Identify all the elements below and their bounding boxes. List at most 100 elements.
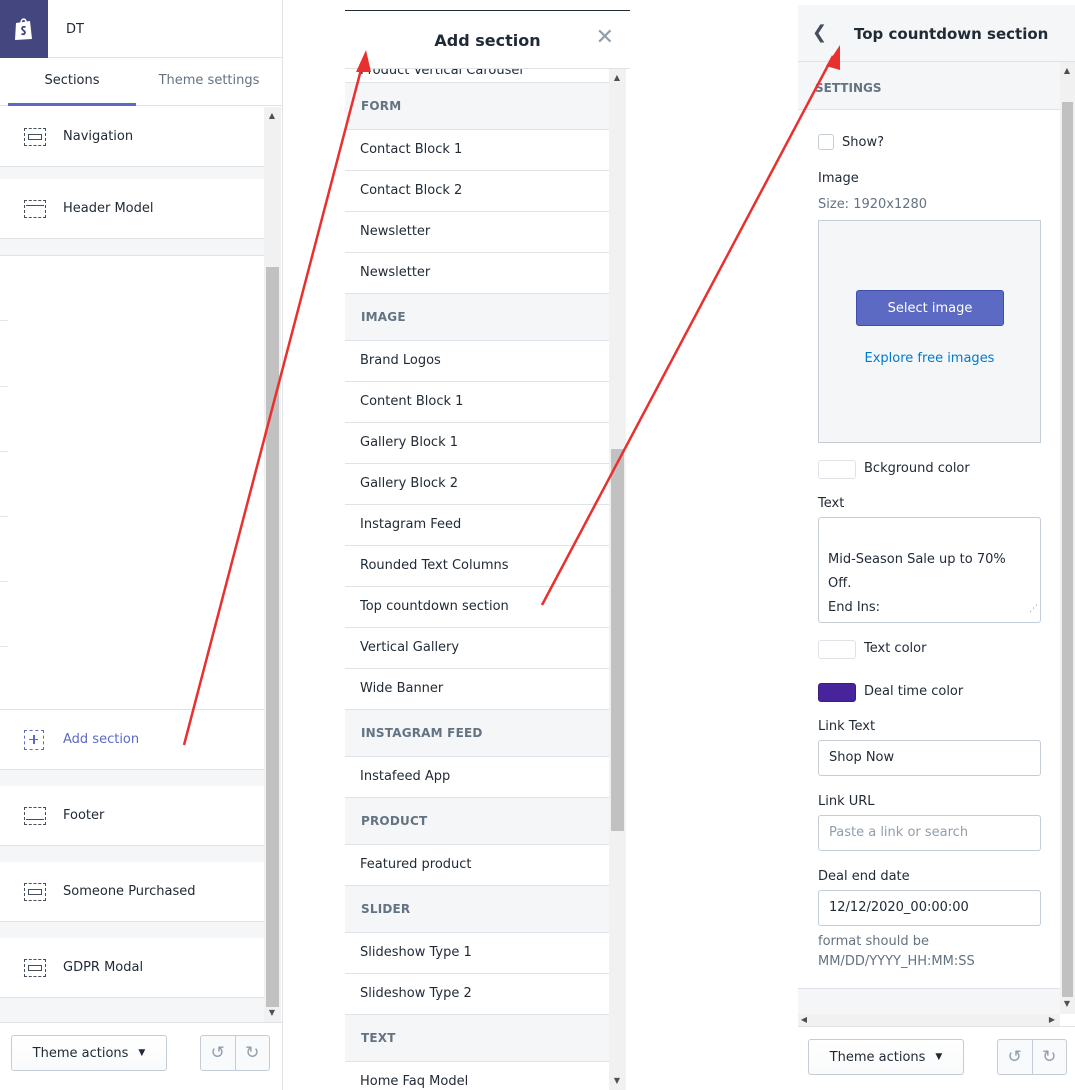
panel-title: Add section	[434, 31, 541, 50]
deal-end-date-input[interactable]: 12/12/2020_00:00:00	[818, 890, 1041, 926]
category-header: SLIDER	[345, 886, 609, 933]
text-color-swatch[interactable]	[818, 640, 856, 659]
list-item[interactable]: Content Block 1	[345, 382, 609, 423]
top-bar: DT	[0, 0, 282, 58]
list-item[interactable]: Contact Block 1	[345, 130, 609, 171]
add-section-panel: Add section ✕ Product Vertical Carousel …	[345, 10, 630, 1090]
section-item-navigation[interactable]: Navigation	[0, 107, 264, 167]
resize-handle-icon[interactable]: ⋰	[1029, 597, 1038, 621]
scroll-left-icon[interactable]: ◀	[798, 1014, 810, 1026]
scroll-down-icon[interactable]: ▼	[611, 1075, 623, 1087]
link-text-input[interactable]: Shop Now	[818, 740, 1041, 776]
close-icon[interactable]: ✕	[596, 27, 614, 49]
list-item[interactable]: Contact Block 2	[345, 171, 609, 212]
theme-editor-sections-panel: DT Sections Theme settings Navigation He…	[0, 0, 283, 1090]
deal-end-date-label: Deal end date	[818, 869, 910, 884]
category-header: IMAGE	[345, 294, 609, 341]
scroll-down-icon[interactable]: ▼	[266, 1007, 278, 1019]
deal-time-color-swatch[interactable]	[818, 683, 856, 702]
tab-theme-settings[interactable]: Theme settings	[145, 58, 273, 106]
list-item[interactable]: Gallery Block 2	[345, 464, 609, 505]
link-text-label: Link Text	[818, 719, 876, 734]
link-url-input[interactable]: Paste a link or search	[818, 815, 1041, 851]
settings-card: Show? Image Size: 1920x1280 Select image…	[798, 109, 1060, 989]
theme-actions-button[interactable]: Theme actions ▼	[11, 1035, 167, 1071]
list-item[interactable]: Wide Banner	[345, 669, 609, 710]
text-textarea[interactable]: Mid-Season Sale up to 70% Off. End Ins: …	[818, 517, 1041, 623]
section-label: GDPR Modal	[63, 960, 144, 975]
list-item[interactable]: Slideshow Type 2	[345, 974, 609, 1015]
category-header: TEXT	[345, 1015, 609, 1062]
select-image-button[interactable]: Select image	[856, 290, 1004, 326]
section-item-header-model[interactable]: Header Model	[0, 179, 264, 239]
scroll-up-icon[interactable]: ▲	[1061, 65, 1073, 77]
list-item[interactable]: Home Faq Model	[345, 1062, 609, 1090]
list-item[interactable]: Newsletter	[345, 253, 609, 294]
list-item[interactable]: Product Vertical Carousel	[360, 69, 523, 78]
scroll-up-icon[interactable]: ▲	[266, 110, 278, 122]
scroll-down-icon[interactable]: ▼	[1061, 998, 1073, 1010]
section-icon	[24, 882, 46, 901]
sections-list: Navigation Header Model Add section Foot…	[0, 107, 264, 1022]
scroll-right-icon[interactable]: ▶	[1046, 1014, 1058, 1026]
section-item-gdpr-modal[interactable]: GDPR Modal	[0, 938, 264, 998]
panel-footer: Theme actions ▼ ↺ ↻	[798, 1026, 1075, 1090]
list-item[interactable]: Slideshow Type 1	[345, 933, 609, 974]
section-drop-zone	[0, 255, 264, 710]
caret-down-icon: ▼	[138, 1048, 146, 1058]
scroll-up-icon[interactable]: ▲	[611, 72, 623, 84]
textarea-value: Mid-Season Sale up to 70% Off. End Ins:	[828, 552, 1006, 615]
settings-heading: SETTINGS	[815, 81, 882, 95]
add-section-label: Add section	[63, 732, 140, 747]
theme-actions-label: Theme actions	[32, 1045, 129, 1061]
shopify-logo-icon[interactable]	[0, 0, 48, 58]
store-name: DT	[66, 22, 84, 37]
add-section-icon	[24, 729, 44, 750]
undo-icon[interactable]: ↺	[998, 1040, 1033, 1074]
panel-footer: Theme actions ▼ ↺ ↻	[0, 1022, 282, 1090]
background-color-swatch[interactable]	[818, 460, 856, 479]
theme-actions-label: Theme actions	[829, 1049, 926, 1065]
settings-body: SETTINGS Show? Image Size: 1920x1280 Sel…	[798, 62, 1060, 1014]
list-item[interactable]: Gallery Block 1	[345, 423, 609, 464]
list-item[interactable]: Top countdown section	[345, 587, 609, 628]
back-chevron-icon[interactable]: ❮	[812, 22, 827, 43]
section-label: Someone Purchased	[63, 884, 196, 899]
add-section-button[interactable]: Add section	[0, 710, 264, 770]
category-header: INSTAGRAM FEED	[345, 710, 609, 757]
list-item[interactable]: Instafeed App	[345, 757, 609, 798]
text-label: Text	[818, 496, 845, 511]
section-icon	[24, 127, 46, 146]
redo-icon[interactable]: ↻	[1033, 1040, 1067, 1074]
undo-redo-group: ↺ ↻	[200, 1035, 270, 1071]
settings-scrollbar[interactable]: ▲ ▼	[1060, 62, 1075, 1014]
section-settings-panel: ❮ Top countdown section SETTINGS Show? I…	[798, 5, 1075, 1090]
section-label: Footer	[63, 808, 105, 823]
section-item-footer[interactable]: Footer	[0, 786, 264, 846]
theme-actions-button[interactable]: Theme actions ▼	[808, 1039, 964, 1075]
sections-scrollbar[interactable]: ▲ ▼	[264, 107, 281, 1022]
add-section-scrollbar[interactable]: ▲ ▼	[609, 69, 626, 1090]
list-item[interactable]: Vertical Gallery	[345, 628, 609, 669]
show-checkbox[interactable]	[818, 134, 834, 150]
list-item[interactable]: Newsletter	[345, 212, 609, 253]
redo-icon[interactable]: ↻	[236, 1036, 270, 1070]
caret-down-icon: ▼	[935, 1052, 943, 1062]
tab-sections[interactable]: Sections	[8, 58, 136, 106]
scrollbar-thumb[interactable]	[611, 449, 624, 831]
scrollbar-thumb[interactable]	[1062, 102, 1073, 997]
tab-bar: Sections Theme settings	[0, 58, 282, 106]
list-item[interactable]: Instagram Feed	[345, 505, 609, 546]
explore-free-images-link[interactable]: Explore free images	[819, 351, 1040, 366]
link-url-label: Link URL	[818, 794, 875, 809]
undo-icon[interactable]: ↺	[201, 1036, 236, 1070]
section-item-someone-purchased[interactable]: Someone Purchased	[0, 862, 264, 922]
list-item[interactable]: Rounded Text Columns	[345, 546, 609, 587]
header-section-icon	[24, 199, 46, 218]
section-label: Navigation	[63, 129, 134, 144]
scrollbar-thumb[interactable]	[266, 267, 279, 1007]
background-color-label: Bckground color	[864, 461, 970, 476]
list-item[interactable]: Featured product	[345, 845, 609, 886]
list-item[interactable]: Brand Logos	[345, 341, 609, 382]
settings-horizontal-scrollbar[interactable]: ◀ ▶	[798, 1014, 1060, 1026]
